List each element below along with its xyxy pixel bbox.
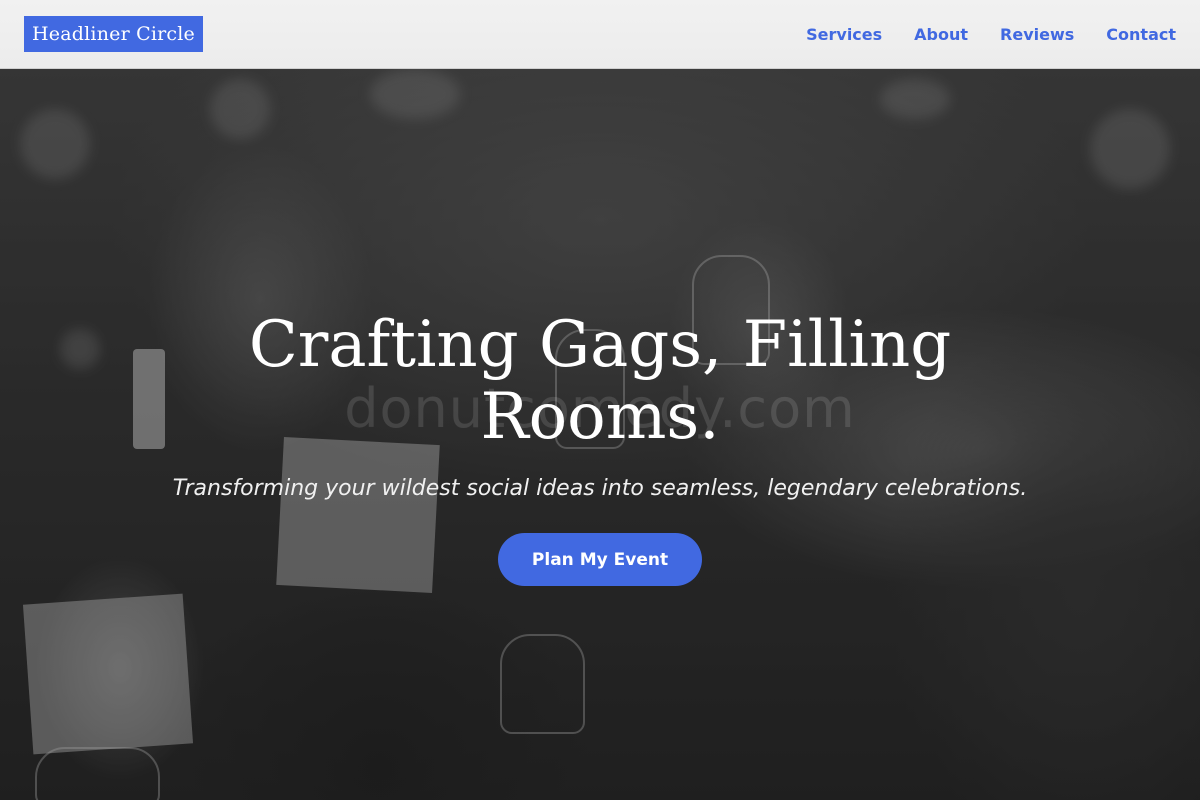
site-header: Headliner Circle Services About Reviews … — [0, 0, 1200, 69]
brand-logo[interactable]: Headliner Circle — [24, 16, 203, 52]
nav-link-reviews[interactable]: Reviews — [1000, 25, 1074, 44]
hero-tagline: Transforming your wildest social ideas i… — [172, 476, 1028, 501]
nav-link-services[interactable]: Services — [806, 25, 882, 44]
nav-link-about[interactable]: About — [914, 25, 968, 44]
plan-my-event-button[interactable]: Plan My Event — [498, 533, 702, 586]
hero-headline: Crafting Gags, Filling Rooms. — [248, 308, 952, 454]
nav-link-contact[interactable]: Contact — [1106, 25, 1176, 44]
main-nav: Services About Reviews Contact — [774, 0, 1176, 68]
hero-section: donutcomedy.com Crafting Gags, Filling R… — [0, 69, 1200, 800]
